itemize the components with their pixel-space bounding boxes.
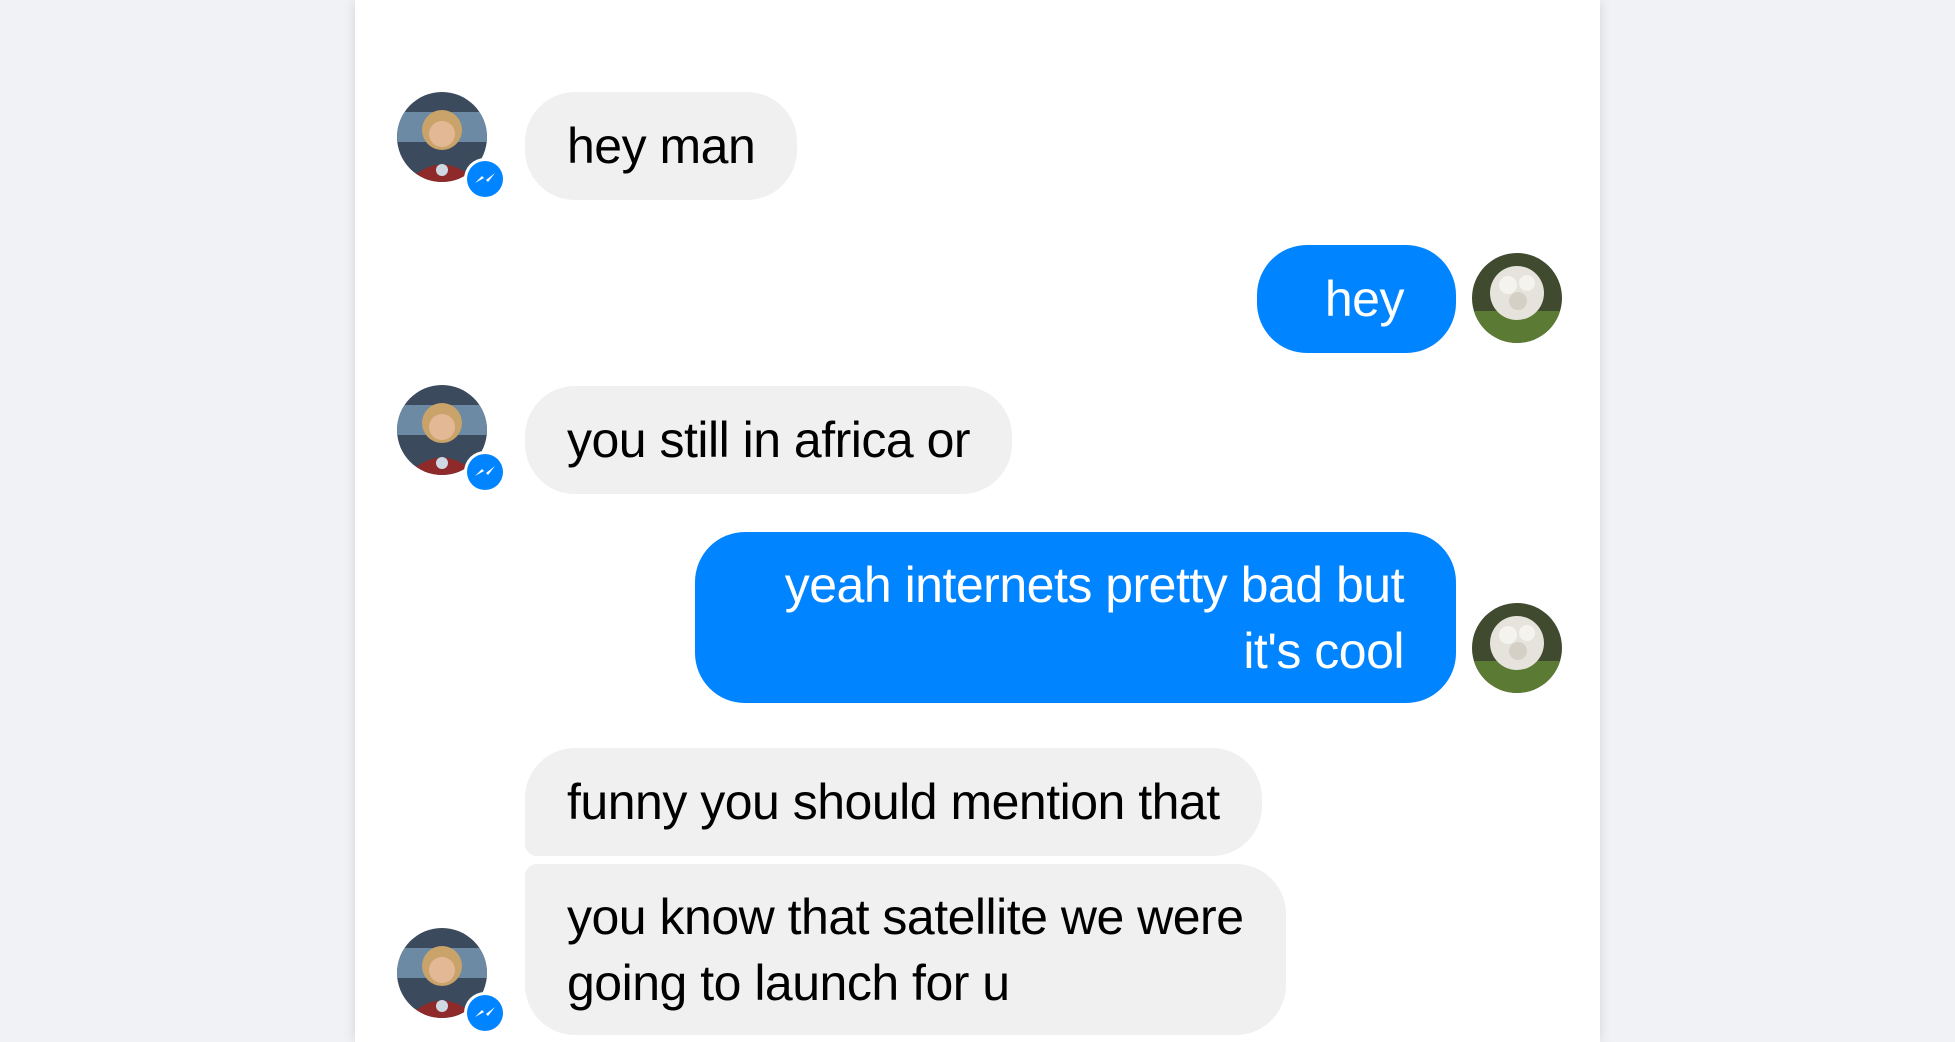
message-bubble-incoming[interactable]: you still in africa or <box>525 386 1013 494</box>
messenger-badge-icon <box>464 158 506 200</box>
message-bubble-incoming[interactable]: hey man <box>525 92 798 200</box>
message-text: funny you should mention that <box>567 774 1220 830</box>
message-text: hey <box>1324 271 1405 327</box>
message-text-line: going to launch for u <box>567 955 1010 1011</box>
message-bubble-incoming[interactable]: funny you should mention that <box>525 748 1262 856</box>
message-bubble-outgoing[interactable]: hey <box>1257 245 1456 353</box>
message-text-line: it's cool <box>1243 623 1404 679</box>
message-text-line: yeah internets pretty bad but <box>784 557 1405 613</box>
messenger-badge-icon <box>464 451 506 493</box>
chat-panel: hey man hey you still in africa or yeah … <box>355 0 1600 1042</box>
messenger-badge-icon <box>464 992 506 1034</box>
message-text: hey man <box>567 118 756 174</box>
message-bubble-outgoing[interactable]: yeah internets pretty bad but it's cool <box>695 532 1456 703</box>
self-avatar[interactable] <box>1472 253 1562 343</box>
self-avatar[interactable] <box>1472 603 1562 693</box>
message-text-line: you know that satellite we were <box>567 889 1244 945</box>
message-text: you still in africa or <box>567 412 971 468</box>
message-bubble-incoming[interactable]: you know that satellite we were going to… <box>525 864 1286 1035</box>
